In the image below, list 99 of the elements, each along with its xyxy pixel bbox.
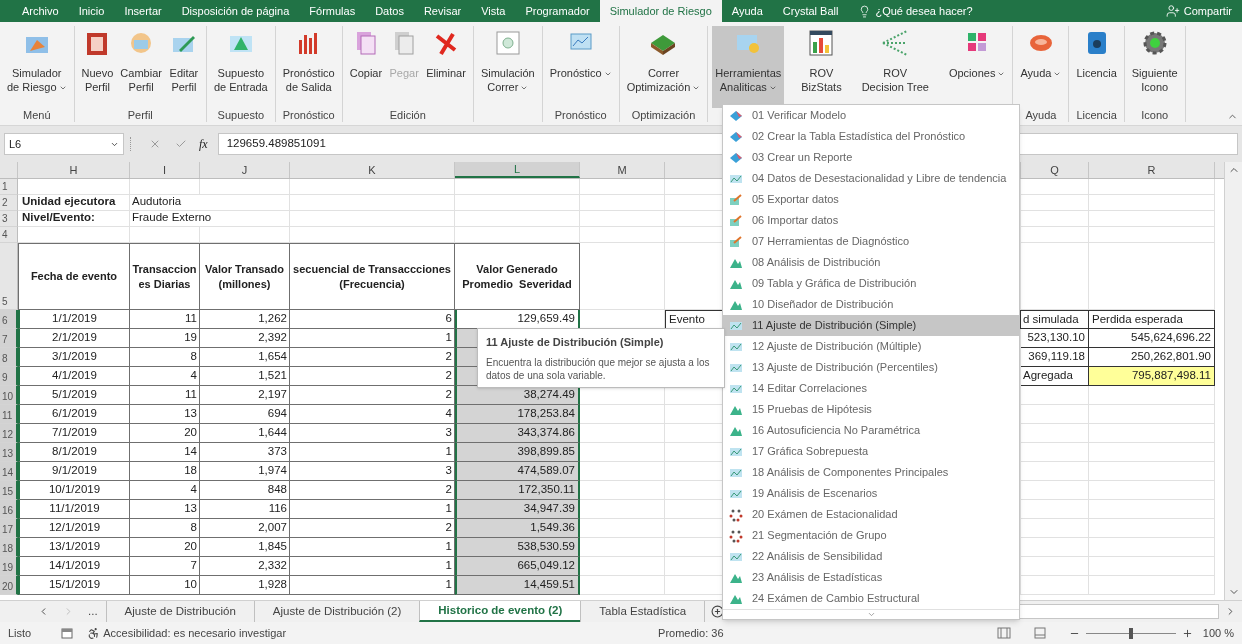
table-cell: 4/1/2019: [18, 367, 130, 386]
table-cell: 523,130.10: [1021, 329, 1089, 348]
column-heading: Fecha de evento: [18, 243, 130, 310]
table-cell: 3: [290, 424, 455, 443]
table-cell: 2: [290, 348, 455, 367]
table-cell: 14,459.51: [455, 576, 580, 595]
table-cell: 1: [290, 538, 455, 557]
table-cell: 694: [200, 405, 290, 424]
table-cell: 1: [290, 576, 455, 595]
table-cell: 2: [290, 519, 455, 538]
table-cell: 172,350.11: [455, 481, 580, 500]
table-cell: 1: [290, 500, 455, 519]
table-cell: 2,197: [200, 386, 290, 405]
table-cell: 8/1/2019: [18, 443, 130, 462]
table-cell: 1,262: [200, 310, 290, 329]
table-cell: 11/1/2019: [18, 500, 130, 519]
table-cell: 1,974: [200, 462, 290, 481]
table-cell: 20: [130, 424, 200, 443]
table-cell: 11: [130, 310, 200, 329]
table-cell: 7/1/2019: [18, 424, 130, 443]
column-heading: Transaccion es Diarias: [130, 243, 200, 310]
table-cell: 11: [130, 386, 200, 405]
table-cell: 6: [290, 310, 455, 329]
average-status: Promedio: 36: [658, 625, 724, 641]
group-label: Icono: [1141, 108, 1169, 122]
group-label: Edición: [389, 108, 426, 122]
field-value: Fraude Externo: [130, 211, 290, 227]
table-cell: 2,007: [200, 519, 290, 538]
table-cell: 6/1/2019: [18, 405, 130, 424]
table-cell: 9/1/2019: [18, 462, 130, 481]
status-text: Listo: [8, 625, 32, 641]
group-label: Menú: [23, 108, 51, 122]
table-cell: 398,899.85: [455, 443, 580, 462]
table-cell: 2: [290, 386, 455, 405]
column-heading: d simulada: [1021, 310, 1089, 329]
table-cell: 7: [130, 557, 200, 576]
table-cell: 20: [130, 538, 200, 557]
table-cell: 1,845: [200, 538, 290, 557]
table-cell: 13: [130, 500, 200, 519]
table-cell: 1,654: [200, 348, 290, 367]
table-cell: 2,392: [200, 329, 290, 348]
table-cell: 19: [130, 329, 200, 348]
table-cell: 34,947.39: [455, 500, 580, 519]
table-cell: 1,644: [200, 424, 290, 443]
tooltip: 11 Ajuste de Distribución (Simple) Encuentra la distribución que mejor se ajusta a los datos de una sola variable.: [477, 328, 725, 388]
table-cell: 12/1/2019: [18, 519, 130, 538]
column-heading: Valor Transado (millones): [200, 243, 290, 310]
group-label: Supuesto: [217, 108, 265, 122]
group-label: Pronóstico: [282, 108, 335, 122]
table-cell: 538,530.59: [455, 538, 580, 557]
table-cell: 8: [130, 519, 200, 538]
table-cell: 369,119.18: [1021, 348, 1089, 367]
table-cell: 18: [130, 462, 200, 481]
group-label: Ayuda: [1025, 108, 1057, 122]
group-label: Optimización: [631, 108, 696, 122]
table-cell: 545,624,696.22: [1089, 329, 1215, 348]
table-cell: 343,374.86: [455, 424, 580, 443]
table-cell: 474,589.07: [455, 462, 580, 481]
group-label: Pronóstico: [554, 108, 607, 122]
table-cell: 1: [290, 443, 455, 462]
table-cell: 14: [130, 443, 200, 462]
table-cell: 5/1/2019: [18, 386, 130, 405]
total-value: 795,887,498.11: [1089, 367, 1215, 386]
table-cell: 14/1/2019: [18, 557, 130, 576]
table-cell: 4: [130, 481, 200, 500]
table-cell: 3/1/2019: [18, 348, 130, 367]
table-cell: 2/1/2019: [18, 329, 130, 348]
table-cell: 10: [130, 576, 200, 595]
column-heading: Perdida esperada: [1089, 310, 1215, 329]
table-cell: 116: [200, 500, 290, 519]
column-heading: secuencial de Transaccciones (Frecuencia): [290, 243, 455, 310]
table-cell: 848: [200, 481, 290, 500]
table-cell: 1/1/2019: [18, 310, 130, 329]
field-label: Unidad ejecutora: [18, 195, 130, 211]
table-cell: 4: [290, 405, 455, 424]
table-cell: 1,928: [200, 576, 290, 595]
table-cell: 15/1/2019: [18, 576, 130, 595]
table-cell: 129,659.49: [455, 310, 580, 329]
table-cell: 1,549.36: [455, 519, 580, 538]
table-cell: 3: [290, 462, 455, 481]
field-label: Nivel/Evento:: [18, 211, 130, 227]
table-cell: 2: [290, 367, 455, 386]
table-cell: 4: [130, 367, 200, 386]
table-cell: 2: [290, 481, 455, 500]
table-cell: 38,274.49: [455, 386, 580, 405]
table-cell: 665,049.12: [455, 557, 580, 576]
table-cell: 10/1/2019: [18, 481, 130, 500]
group-label: Licencia: [1076, 108, 1117, 122]
table-cell: 1: [290, 557, 455, 576]
table-cell: 8: [130, 348, 200, 367]
table-cell: 1: [290, 329, 455, 348]
table-cell: 13/1/2019: [18, 538, 130, 557]
field-value: Audutoria: [130, 195, 290, 211]
table-cell: 1,521: [200, 367, 290, 386]
table-cell: 178,253.84: [455, 405, 580, 424]
group-label: Perfil: [127, 108, 153, 122]
table-cell: 13: [130, 405, 200, 424]
table-cell: 373: [200, 443, 290, 462]
table-cell: 2,332: [200, 557, 290, 576]
